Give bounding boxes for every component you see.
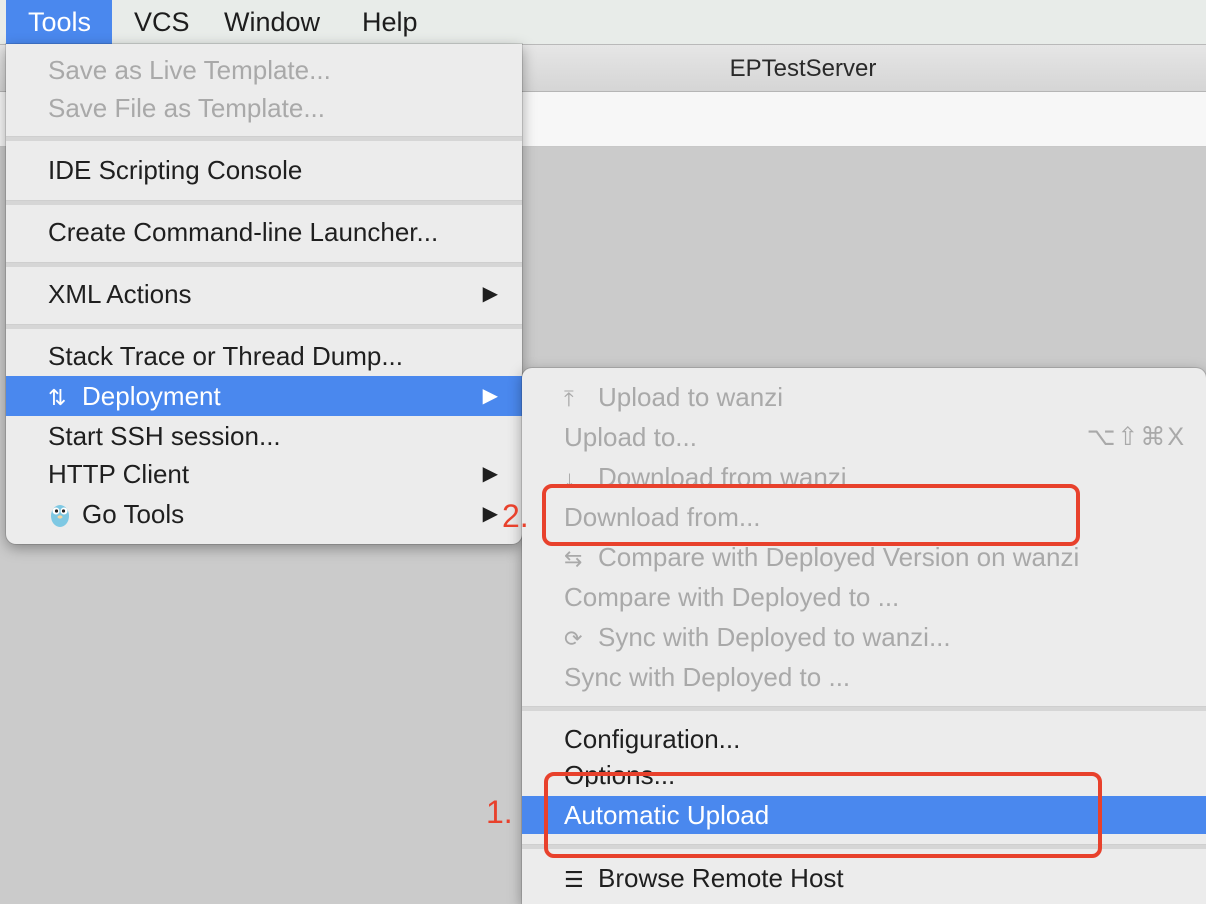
menu-item-go-tools[interactable]: Go Tools ▶ xyxy=(6,494,522,534)
server-icon: ☰ xyxy=(564,867,584,892)
menu-item-label: Save File as Template... xyxy=(48,93,325,123)
menu-item-start-ssh[interactable]: Start SSH session... xyxy=(6,416,522,456)
menu-item-xml-actions[interactable]: XML Actions ▶ xyxy=(6,274,522,314)
menu-item-create-launcher[interactable]: Create Command-line Launcher... xyxy=(6,212,522,252)
submenu-arrow-icon: ▶ xyxy=(482,463,498,485)
menu-separator xyxy=(6,136,522,141)
menu-item-label: Sync with Deployed to wanzi... xyxy=(598,622,951,652)
menu-window[interactable]: Window xyxy=(202,0,342,44)
menu-item-save-file-template: Save File as Template... xyxy=(6,88,522,128)
menu-item-browse-remote-host[interactable]: ☰ Browse Remote Host xyxy=(522,858,1206,898)
menu-separator xyxy=(6,262,522,267)
sync-icon: ⟳ xyxy=(564,626,583,651)
submenu-arrow-icon: ▶ xyxy=(482,385,498,407)
updown-arrows-icon: ⇅ xyxy=(48,385,67,410)
menu-separator xyxy=(6,200,522,205)
menu-item-label: Deployment xyxy=(82,381,221,411)
menu-item-label: XML Actions xyxy=(48,279,192,309)
menu-item-compare-deployed: Compare with Deployed to ... xyxy=(522,577,1206,617)
menu-item-label: Sync with Deployed to ... xyxy=(564,662,851,692)
submenu-arrow-icon: ▶ xyxy=(482,503,498,525)
menu-item-http-client[interactable]: HTTP Client ▶ xyxy=(6,454,522,494)
menu-item-label: Save as Live Template... xyxy=(48,55,331,85)
menu-item-label: Start SSH session... xyxy=(48,421,281,451)
menu-separator xyxy=(522,706,1206,711)
shortcut-label: ⌥⇧⌘X xyxy=(1086,423,1186,451)
menu-help[interactable]: Help xyxy=(340,0,440,44)
gopher-icon xyxy=(48,496,82,536)
menu-item-configuration[interactable]: Configuration... xyxy=(522,719,1206,759)
menu-item-label: IDE Scripting Console xyxy=(48,155,303,185)
menu-separator xyxy=(6,324,522,329)
menu-item-label: Compare with Deployed Version on wanzi xyxy=(598,542,1080,572)
menu-item-save-live-template: Save as Live Template... xyxy=(6,50,522,90)
menu-item-sync-wanzi: ⟳ Sync with Deployed to wanzi... xyxy=(522,617,1206,657)
menu-item-upload-to-wanzi: ⤒ Upload to wanzi xyxy=(522,377,1206,417)
annotation-number-2: 2. xyxy=(502,498,529,534)
menu-item-label: Configuration... xyxy=(564,724,741,754)
menu-vcs[interactable]: VCS xyxy=(112,0,212,44)
submenu-arrow-icon: ▶ xyxy=(482,283,498,305)
menu-item-sync-deployed: Sync with Deployed to ... xyxy=(522,657,1206,697)
annotation-number-1: 1. xyxy=(486,794,513,830)
menu-item-label: Go Tools xyxy=(82,499,185,529)
menu-item-label: Create Command-line Launcher... xyxy=(48,217,439,247)
annotation-box-automatic-upload xyxy=(544,772,1102,858)
menu-item-label: HTTP Client xyxy=(48,459,190,489)
annotation-box-download xyxy=(542,484,1080,546)
tools-menu: Save as Live Template... Save File as Te… xyxy=(6,44,522,544)
upload-icon: ⤒ xyxy=(564,386,574,411)
menu-item-label: Compare with Deployed to ... xyxy=(564,582,900,612)
menu-bar: Tools VCS Window Help xyxy=(0,0,1206,45)
menu-item-stack-trace[interactable]: Stack Trace or Thread Dump... xyxy=(6,336,522,376)
menu-item-label: Upload to wanzi xyxy=(598,382,783,412)
menu-item-upload-to: Upload to... ⌥⇧⌘X xyxy=(522,417,1206,457)
menu-item-label: Stack Trace or Thread Dump... xyxy=(48,341,403,371)
menu-tools[interactable]: Tools xyxy=(6,0,112,44)
menu-item-label: Browse Remote Host xyxy=(598,863,844,893)
menu-item-label: Upload to... xyxy=(564,422,697,452)
menu-item-deployment[interactable]: ⇅ Deployment ▶ xyxy=(6,376,522,416)
menu-item-ide-scripting-console[interactable]: IDE Scripting Console xyxy=(6,150,522,190)
